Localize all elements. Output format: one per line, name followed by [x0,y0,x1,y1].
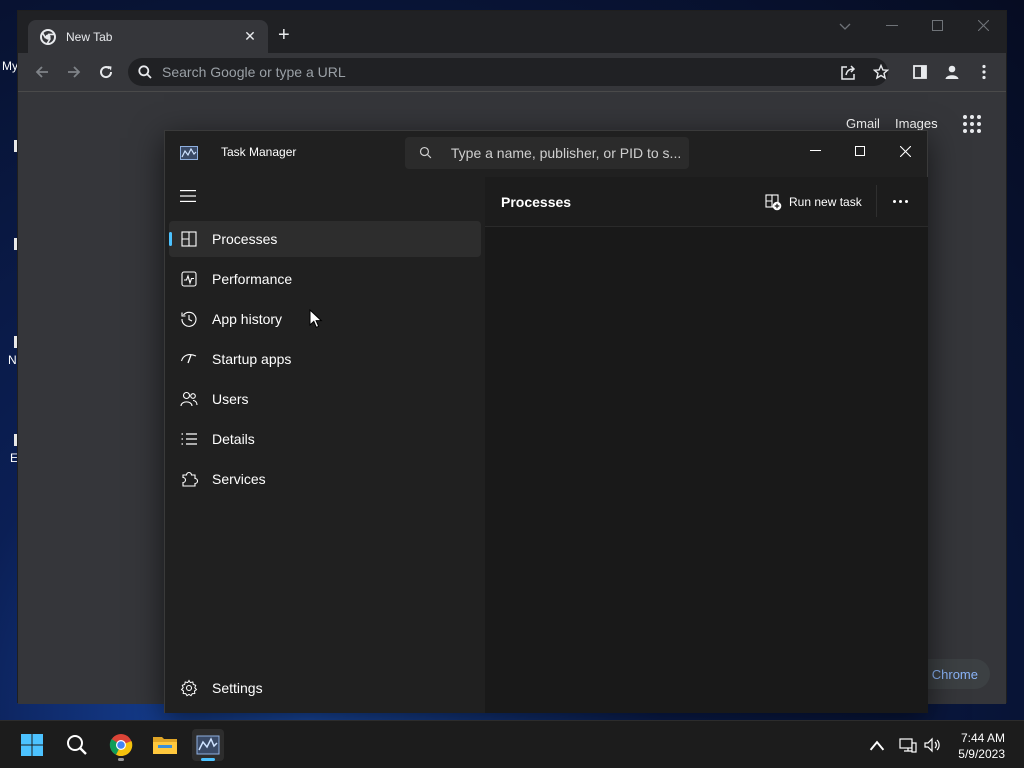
nav-item-details[interactable]: Details [169,421,481,457]
process-search-box[interactable] [405,137,689,169]
chrome-menu-icon[interactable] [982,64,986,80]
omnibox-placeholder: Search Google or type a URL [162,64,346,80]
maximize-icon[interactable] [932,20,943,31]
toolbar-divider [876,185,877,217]
taskbar-file-explorer[interactable] [149,729,181,761]
mouse-cursor-icon [309,309,323,328]
reload-icon[interactable] [96,64,116,80]
system-clock[interactable]: 7:44 AM 5/9/2023 [958,730,1005,762]
maximize-button[interactable] [840,137,880,165]
app-history-icon [181,311,197,327]
users-icon [180,391,198,407]
new-tab-button[interactable]: + [278,25,290,45]
hamburger-menu-icon[interactable] [179,189,197,203]
network-icon[interactable] [899,736,917,754]
minimize-icon[interactable] [886,25,898,27]
back-icon[interactable] [32,64,52,80]
gmail-link[interactable]: Gmail [846,116,880,131]
customize-chrome-label: Chrome [931,666,978,682]
search-input[interactable] [450,145,689,161]
nav-item-users[interactable]: Users [169,381,481,417]
close-icon [899,145,911,157]
nav-item-startup-apps[interactable]: Startup apps [169,341,481,377]
run-new-task-label: Run new task [789,195,862,209]
tab-search-chevron-icon[interactable] [839,23,851,31]
task-manager-content-pane: Processes Run new task [485,177,928,713]
settings-gear-icon [180,679,198,697]
nav-item-label: Processes [212,231,278,247]
side-panel-icon[interactable] [913,65,927,79]
nav-item-label: Settings [212,680,263,696]
more-options-icon[interactable] [888,191,912,211]
nav-item-label: Details [212,431,255,447]
desktop-icon-label[interactable]: N [8,353,17,367]
page-title: Processes [501,194,572,210]
taskbar-task-manager[interactable] [192,729,224,761]
nav-item-app-history[interactable]: App history [169,301,481,337]
window-title: Task Manager [221,145,297,159]
search-icon [419,146,432,159]
run-new-task-icon [765,193,782,210]
images-link[interactable]: Images [895,116,938,131]
start-icon [21,734,43,756]
file-explorer-icon [153,737,177,754]
show-hidden-icons-chevron-icon[interactable] [868,737,886,755]
chrome-icon [109,734,133,757]
nav-item-label: Performance [212,271,293,287]
bookmark-star-icon[interactable] [873,64,889,80]
close-button[interactable] [885,137,925,165]
nav-item-settings[interactable]: Settings [169,670,481,706]
tab-title: New Tab [66,29,113,44]
nav-item-label: Services [212,471,266,487]
processes-icon [181,231,197,247]
minimize-button[interactable] [795,137,835,165]
maximize-icon [855,146,865,156]
close-tab-icon[interactable]: ✕ [242,28,258,45]
chrome-tab-new-tab[interactable]: New Tab ✕ [28,20,268,53]
forward-icon[interactable] [64,64,84,80]
active-indicator [201,758,215,761]
services-icon [182,471,198,487]
search-icon [138,65,152,79]
nav-item-services[interactable]: Services [169,461,481,497]
task-manager-logo-icon [180,146,198,160]
volume-icon[interactable] [923,736,941,754]
minimize-icon [809,150,821,151]
chrome-toolbar: Search Google or type a URL [18,53,1006,91]
clock-date: 5/9/2023 [958,747,1005,761]
task-manager-icon [196,735,220,755]
clock-time: 7:44 AM [960,731,1005,745]
content-header: Processes Run new task [485,177,928,227]
search-icon [67,735,87,755]
taskbar: 7:44 AM 5/9/2023 [0,720,1024,768]
nav-item-processes[interactable]: Processes [169,221,481,257]
task-manager-window: Task Manager Processes Performance [164,130,928,713]
taskbar-search-button[interactable] [61,729,93,761]
nav-item-label: App history [212,311,283,327]
task-manager-nav-pane: Processes Performance App history Startu… [165,177,485,713]
close-icon[interactable] [978,20,989,31]
desktop-icon-label[interactable]: My [2,59,18,73]
start-button[interactable] [16,729,48,761]
running-indicator [118,758,124,761]
run-new-task-button[interactable]: Run new task [765,189,862,215]
profile-icon[interactable] [944,64,960,80]
nav-item-label: Startup apps [212,351,292,367]
google-apps-icon[interactable] [963,115,981,133]
chrome-logo-icon [40,28,56,45]
performance-icon [181,271,197,287]
nav-item-performance[interactable]: Performance [169,261,481,297]
taskbar-chrome[interactable] [105,729,137,761]
task-manager-title-bar[interactable]: Task Manager [165,131,927,177]
nav-item-label: Users [212,391,249,407]
share-icon[interactable] [840,64,857,81]
chrome-tab-bar: New Tab ✕ + [18,11,1006,53]
omnibox[interactable]: Search Google or type a URL [128,58,888,86]
startup-apps-icon [180,354,197,364]
details-icon [181,433,197,445]
